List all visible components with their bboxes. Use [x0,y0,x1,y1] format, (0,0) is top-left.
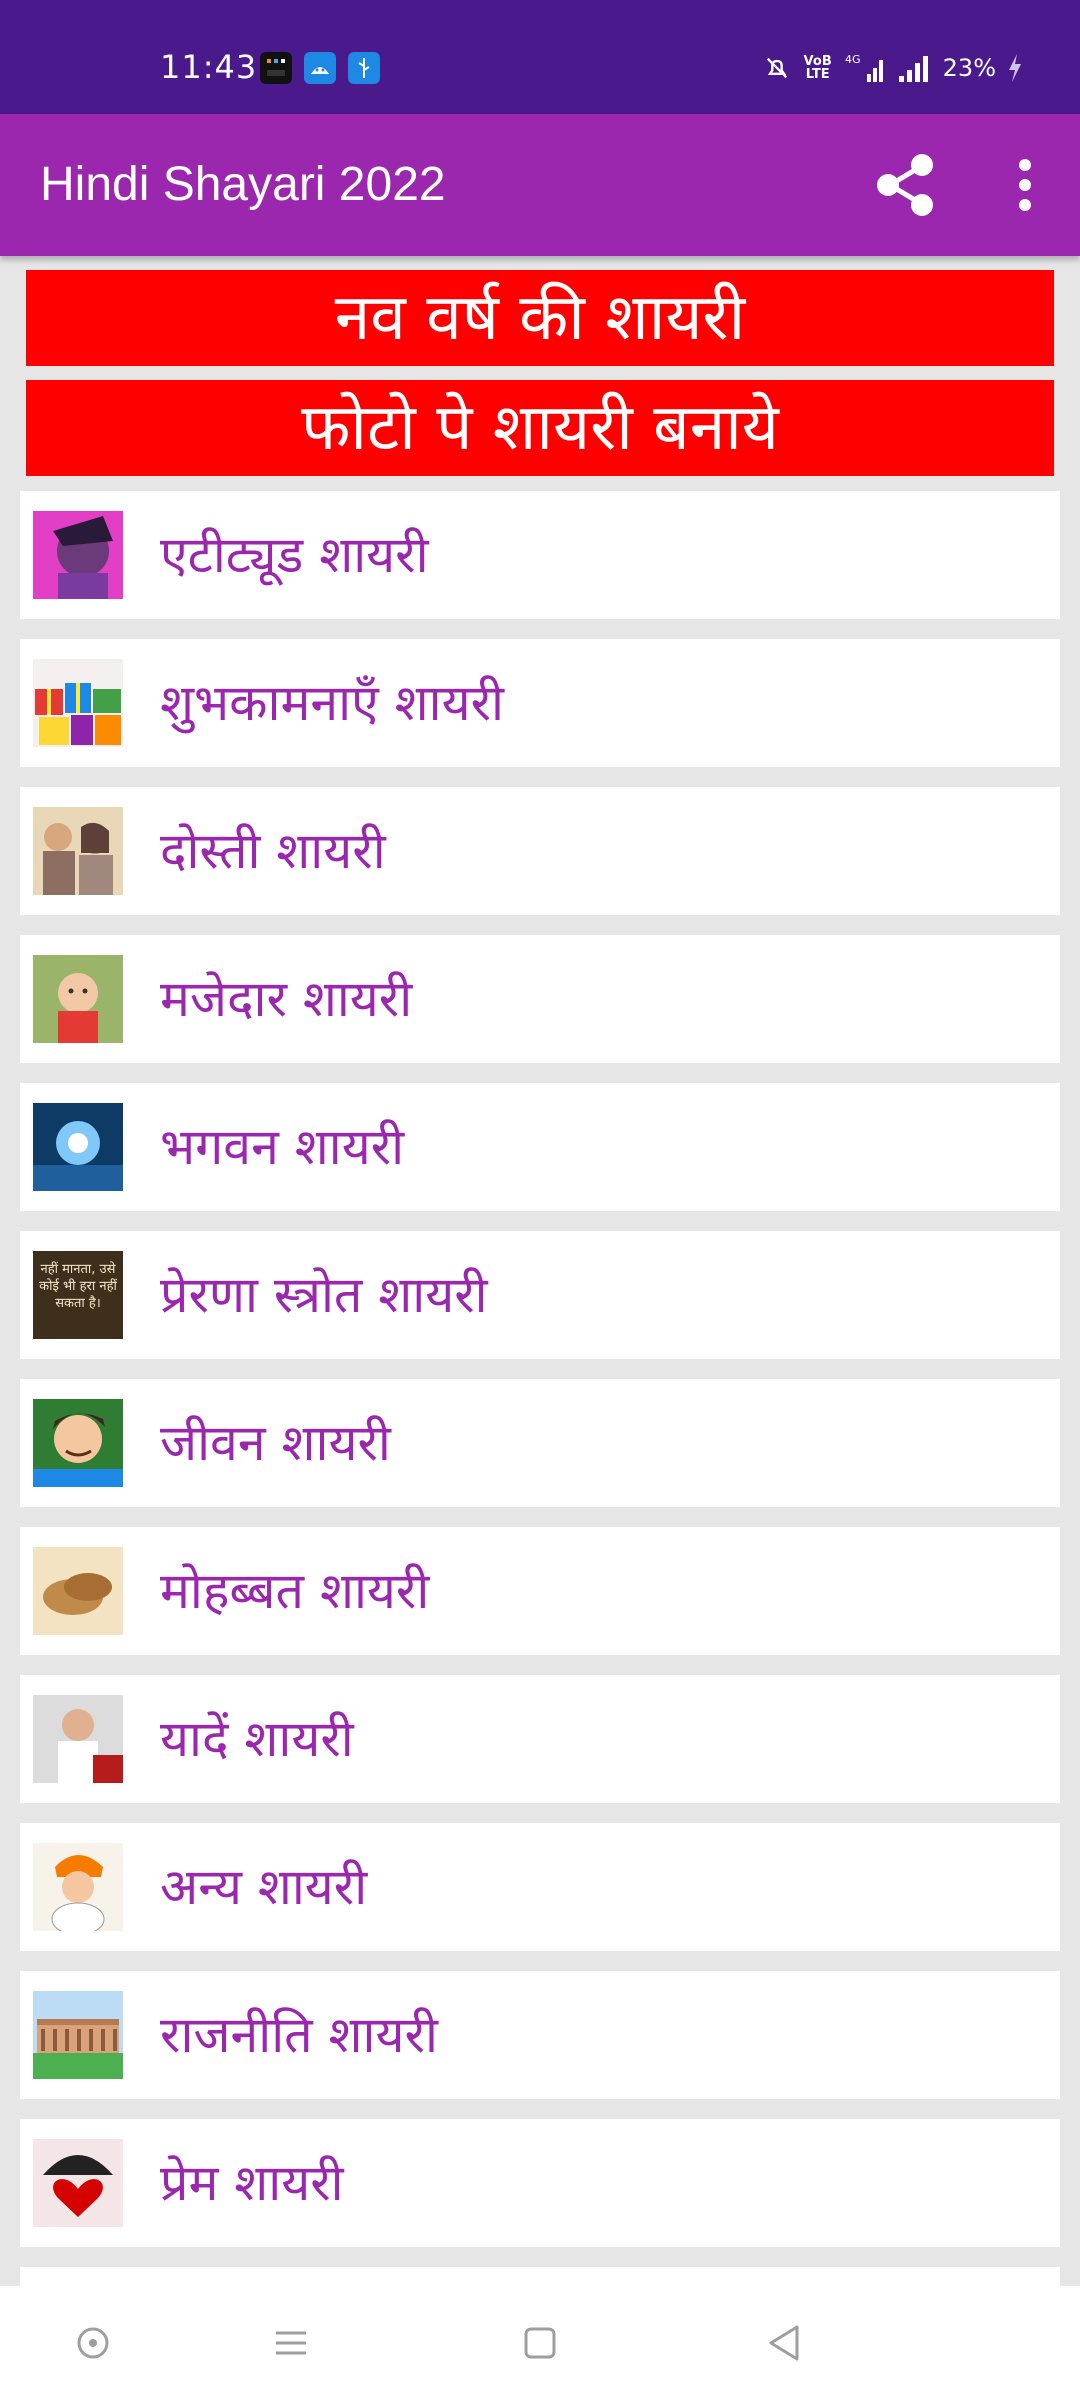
menu-icon [276,2331,306,2355]
list-item-friendship[interactable]: दोस्ती शायरी [20,787,1060,915]
shayari-category-list[interactable]: नव वर्ष की शायरी फोटो पे शायरी बनाये एटी… [0,256,1080,2286]
photo-shayari-banner[interactable]: फोटो पे शायरी बनाये [26,380,1054,476]
back-triangle-icon [769,2325,799,2361]
list-item-funny[interactable]: मजेदार शायरी [20,935,1060,1063]
list-item-politics[interactable]: राजनीति शायरी [20,1971,1060,2099]
divine-light-thumbnail [33,1103,123,1191]
recents-dot-icon [77,2327,109,2359]
item-label: दोस्ती शायरी [160,822,386,880]
item-label: प्रेरणा स्त्रोत शायरी [160,1266,488,1324]
home-button[interactable] [505,2308,575,2378]
list-item-god[interactable]: भगवन शायरी [20,1083,1060,1211]
cartoon-man-thumbnail [33,1399,123,1487]
list-item-love[interactable]: मोहब्बत शायरी [20,1527,1060,1655]
friendship-thumbnail [33,807,123,895]
parliament-thumbnail [33,1991,123,2079]
list-item-life[interactable]: जीवन शायरी [20,1379,1060,1507]
list-item-memories[interactable]: यादें शायरी [20,1675,1060,1803]
turban-man-thumbnail [33,1843,123,1931]
item-label: यादें शायरी [160,1710,354,1768]
baby-thumbnail [33,955,123,1043]
app-notification-icon [260,52,292,84]
item-label: प्रेम शायरी [160,2154,344,2212]
item-label: जीवन शायरी [160,1414,391,1472]
app-title: Hindi Shayari 2022 [40,158,446,211]
hearts-umbrella-thumbnail [33,2139,123,2227]
more-vert-icon [1019,159,1031,211]
list-item-inspiration[interactable]: नहीं मानता, उसे कोई भी हरा नहीं सकता है।… [20,1231,1060,1359]
item-label: मजेदार शायरी [160,970,413,1028]
list-item-next[interactable] [20,2267,1060,2286]
signal-4g-icon: 4G [845,53,883,82]
mute-bell-icon [766,57,787,79]
new-year-shayari-banner[interactable]: नव वर्ष की शायरी [26,270,1054,366]
attitude-thumbnail [33,511,123,599]
app-bar: Hindi Shayari 2022 [0,114,1080,256]
volte-indicator: VoB LTE [803,54,832,82]
home-square-icon [524,2327,556,2359]
list-item-wishes[interactable]: शुभकामनाएँ शायरी [20,639,1060,767]
inspiration-thumb-text: नहीं मानता, उसे कोई भी हरा नहीं सकता है। [39,1262,117,1311]
android-notification-icon [304,52,336,84]
overflow-menu-button[interactable] [1000,150,1050,220]
battery-percent: 23% [942,54,996,82]
share-button[interactable] [870,150,940,220]
list-item-attitude[interactable]: एटीट्यूड शायरी [20,491,1060,619]
list-item-other[interactable]: अन्य शायरी [20,1823,1060,1951]
back-button[interactable] [750,2308,820,2378]
status-time: 11:43 [160,48,258,86]
signal-bars-icon [898,56,928,82]
net-type-label: 4G [845,53,861,66]
status-indicators: VoB LTE 4G 23% [763,48,1024,88]
item-label: भगवन शायरी [160,1118,405,1176]
inspiration-thumbnail: नहीं मानता, उसे कोई भी हरा नहीं सकता है। [33,1251,123,1339]
share-icon [877,154,933,216]
system-nav-bar [0,2286,1080,2400]
charging-bolt-icon [1009,54,1021,82]
list-item-romance[interactable]: प्रेम शायरी [20,2119,1060,2247]
recents-dot-button[interactable] [58,2308,128,2378]
sad-man-thumbnail [33,1695,123,1783]
gifts-thumbnail [33,659,123,747]
item-label: एटीट्यूड शायरी [160,526,429,584]
usb-notification-icon [348,52,380,84]
status-bar: 11:43 VoB LTE 4G 23% [0,0,1080,114]
holding-hands-thumbnail [33,1547,123,1635]
item-label: राजनीति शायरी [160,2006,438,2064]
item-label: मोहब्बत शायरी [160,1562,430,1620]
item-label: शुभकामनाएँ शायरी [160,674,504,732]
menu-button[interactable] [256,2308,326,2378]
item-label: अन्य शायरी [160,1858,368,1916]
